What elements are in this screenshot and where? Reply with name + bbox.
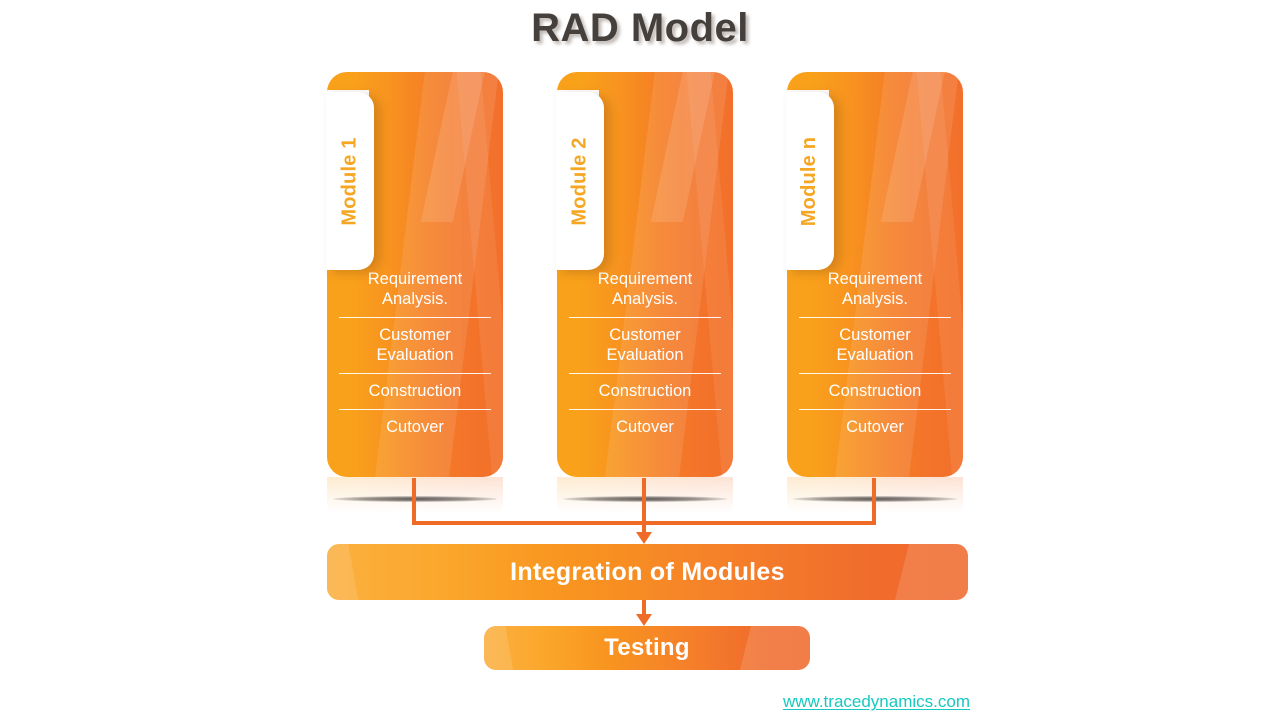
phase-list: Requirement Analysis. Customer Evaluatio… <box>327 262 503 445</box>
module-card-n[interactable]: Requirement Analysis. Customer Evaluatio… <box>786 72 963 477</box>
module-tab-ribbon[interactable]: Module 1 <box>326 92 374 270</box>
phase-item[interactable]: Customer Evaluation <box>569 318 721 374</box>
phase-item[interactable]: Customer Evaluation <box>799 318 951 374</box>
page-title: RAD Model <box>531 6 749 50</box>
arrowhead-to-testing-icon <box>636 614 652 626</box>
source-website-link[interactable]: www.tracedynamics.com <box>783 692 970 712</box>
module-tab-ribbon[interactable]: Module n <box>786 92 834 270</box>
phase-item[interactable]: Requirement Analysis. <box>569 262 721 318</box>
phase-list: Requirement Analysis. Customer Evaluatio… <box>557 262 733 445</box>
module-tab-label: Module n <box>798 136 821 226</box>
module-tab-label: Module 1 <box>338 136 361 226</box>
integration-of-modules-box[interactable]: Integration of Modules <box>327 544 968 600</box>
phase-item[interactable]: Customer Evaluation <box>339 318 491 374</box>
connector-modulen-down <box>872 478 876 524</box>
phase-item[interactable]: Cutover <box>799 410 951 445</box>
diagram-canvas: RAD Model Requirement Analysis. Customer… <box>0 0 1280 720</box>
connector-module2-down <box>642 478 646 524</box>
module-tab-ribbon[interactable]: Module 2 <box>556 92 604 270</box>
phase-item[interactable]: Construction <box>339 374 491 410</box>
module-card-2[interactable]: Requirement Analysis. Customer Evaluatio… <box>556 72 733 477</box>
testing-label: Testing <box>604 634 690 661</box>
phase-item[interactable]: Construction <box>569 374 721 410</box>
module-card-1[interactable]: Requirement Analysis. Customer Evaluatio… <box>326 72 503 477</box>
integration-label: Integration of Modules <box>510 557 785 586</box>
phase-item[interactable]: Cutover <box>569 410 721 445</box>
phase-item[interactable]: Cutover <box>339 410 491 445</box>
phase-item[interactable]: Construction <box>799 374 951 410</box>
module-tab-label: Module 2 <box>568 136 591 226</box>
phase-item[interactable]: Requirement Analysis. <box>799 262 951 318</box>
arrowhead-to-integration-icon <box>636 532 652 544</box>
phase-list: Requirement Analysis. Customer Evaluatio… <box>787 262 963 445</box>
phase-item[interactable]: Requirement Analysis. <box>339 262 491 318</box>
testing-box[interactable]: Testing <box>484 626 810 670</box>
connector-module1-down <box>412 478 416 524</box>
